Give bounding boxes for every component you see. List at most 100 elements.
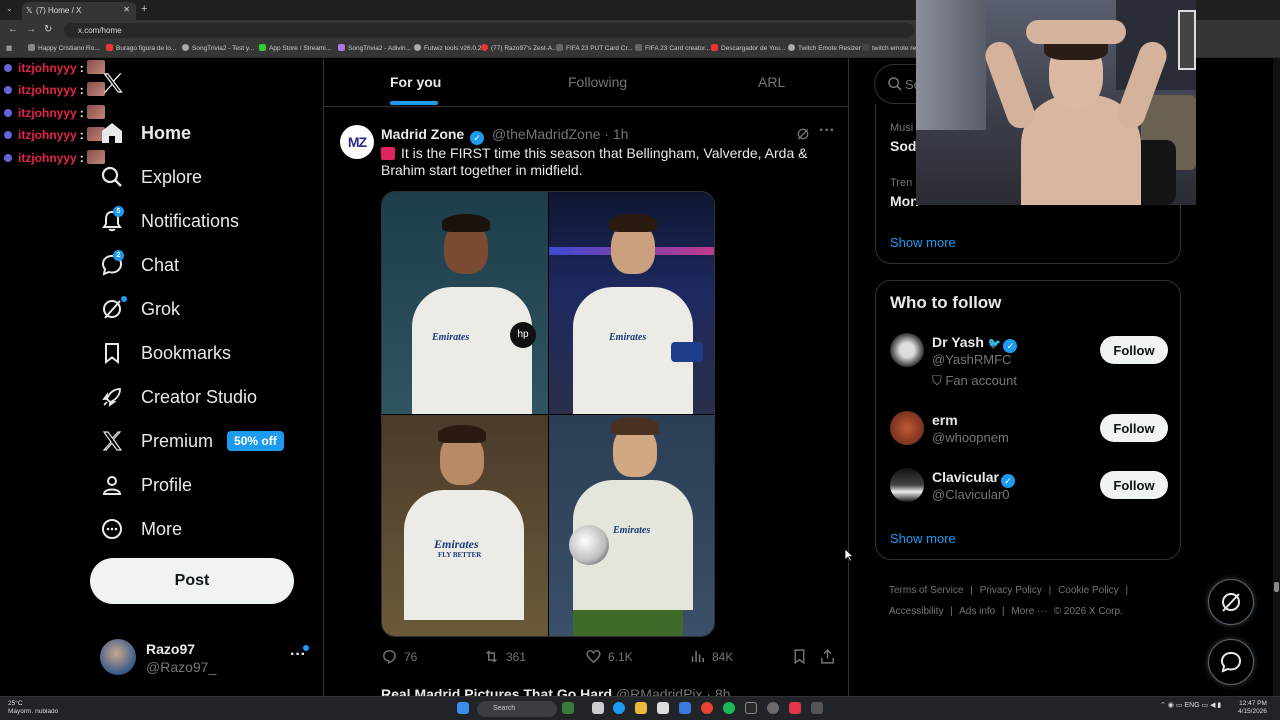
- edge-icon[interactable]: [613, 702, 625, 714]
- bookmark-item[interactable]: Twitch Emote Resizer: [788, 44, 861, 52]
- browser-tab[interactable]: 𝕏 (7) Home / X ✕: [22, 2, 136, 20]
- follow-button[interactable]: Follow: [1100, 414, 1168, 442]
- bookmark-item[interactable]: Descargador de You...: [711, 44, 785, 52]
- bookmark-item[interactable]: App Store / Streami...: [259, 44, 331, 52]
- nav-home[interactable]: Home: [100, 119, 191, 147]
- close-tab-icon[interactable]: ✕: [123, 5, 130, 14]
- tab-for-you[interactable]: For you: [390, 74, 441, 90]
- taskbar-search[interactable]: Search: [477, 701, 557, 717]
- system-tray[interactable]: ⌃ ◉ ▭ ENG ▭ ◀ ▮: [1160, 701, 1221, 709]
- app-icon[interactable]: [811, 702, 823, 714]
- follow-button[interactable]: Follow: [1100, 336, 1168, 364]
- bookmark-item[interactable]: FIFA 23 PUT Card Cr...: [556, 44, 633, 52]
- who-to-follow-show-more-link[interactable]: Show more: [890, 531, 956, 546]
- bookmark-button[interactable]: [791, 648, 814, 665]
- weather-widget[interactable]: 25°C Mayorm. nublado: [8, 700, 58, 716]
- messages-floating-button[interactable]: [1208, 639, 1254, 685]
- nav-explore[interactable]: Explore: [100, 163, 202, 191]
- privacy-link[interactable]: Privacy Policy: [980, 585, 1042, 596]
- spotify-icon[interactable]: [723, 702, 735, 714]
- stream-chat-line: itzjohnyyy:: [4, 60, 105, 75]
- account-switcher[interactable]: Razo97 @Razo97_ ···: [100, 638, 310, 678]
- nav-creator-studio[interactable]: Creator Studio: [100, 383, 257, 411]
- like-button[interactable]: 6.1K: [585, 648, 633, 665]
- tab-title: (7) Home / X: [36, 6, 82, 15]
- reload-icon[interactable]: ↻: [44, 24, 52, 35]
- scrollbar-thumb[interactable]: [1274, 582, 1279, 592]
- scrollbar[interactable]: [1273, 58, 1280, 696]
- tweet-more-icon[interactable]: ···: [819, 122, 835, 140]
- url-field[interactable]: x.com/home: [64, 23, 914, 38]
- trend-name[interactable]: Mon: [890, 193, 919, 209]
- bookmark-item[interactable]: FIFA 23 Card creator...: [635, 44, 710, 52]
- repost-button[interactable]: 361: [483, 648, 526, 665]
- grok-floating-button[interactable]: [1208, 579, 1254, 625]
- store-icon[interactable]: [657, 702, 669, 714]
- terms-link[interactable]: Terms of Service: [889, 585, 963, 596]
- bookmark-item[interactable]: (77) Razo97's Zest-A...: [481, 44, 558, 52]
- tab-search-icon[interactable]: ⌄: [6, 4, 13, 13]
- trend-name[interactable]: Sod: [890, 138, 916, 154]
- reply-button[interactable]: 76: [381, 648, 417, 665]
- nav-bookmarks[interactable]: Bookmarks: [100, 339, 231, 367]
- follow-suggestion[interactable]: erm @whoopnem Follow: [890, 411, 1168, 467]
- tweet-timestamp[interactable]: 1h: [613, 126, 629, 142]
- tweet-author-handle[interactable]: @theMadridZone: [492, 126, 600, 142]
- back-icon[interactable]: ←: [8, 24, 18, 35]
- nav-chat[interactable]: Chat: [100, 251, 179, 279]
- mail-icon[interactable]: [679, 702, 691, 714]
- nav-more[interactable]: More: [100, 515, 182, 543]
- nav-grok[interactable]: Grok: [100, 295, 180, 323]
- bookmark-item[interactable]: SongTrivia2 - Adivin...: [338, 44, 411, 52]
- more-link[interactable]: More ···: [1011, 606, 1047, 617]
- stream-chat-line: itzjohnyyy:: [4, 105, 105, 120]
- bookmark-item[interactable]: Futwiz tools v26.0.28: [414, 44, 485, 52]
- tweet-text: It is the FIRST time this season that Be…: [381, 145, 808, 178]
- grok-explain-icon[interactable]: [795, 126, 811, 147]
- tab-arl[interactable]: ARL: [758, 74, 785, 90]
- tweet-avatar[interactable]: MZ: [340, 125, 374, 159]
- x-logo-icon[interactable]: [100, 70, 126, 101]
- follow-button[interactable]: Follow: [1100, 471, 1168, 499]
- start-icon[interactable]: [457, 702, 469, 714]
- bookmark-item[interactable]: Happy Cristiano Ro...: [28, 44, 100, 52]
- timeline: For you Following ARL MZ Madrid Zone ✓ @…: [323, 58, 849, 702]
- tweet-photo[interactable]: Emirates FLY BETTER: [382, 415, 548, 636]
- follow-suggestion[interactable]: Clavicular ✓ @Clavicular0 Follow: [890, 468, 1168, 524]
- bookmark-item[interactable]: SongTrivia2 - Test y...: [182, 44, 254, 52]
- tweet-media-grid[interactable]: Emirates hp Emirates Emirates FLY BETTER: [381, 191, 715, 637]
- follow-suggestion[interactable]: Dr Yash 🐦 ✓ @YashRMFC ⛉ Fan account Follo…: [890, 333, 1168, 389]
- widget-icon[interactable]: [562, 702, 574, 714]
- tweet-photo[interactable]: Emirates hp: [382, 192, 548, 414]
- obs-icon[interactable]: [767, 702, 779, 714]
- bookmark-item[interactable]: Burago figura de lo...: [106, 44, 176, 52]
- ads-info-link[interactable]: Ads info: [959, 606, 995, 617]
- rocket-icon: [102, 388, 121, 407]
- music-icon[interactable]: [789, 702, 801, 714]
- cookie-link[interactable]: Cookie Policy: [1058, 585, 1119, 596]
- accessibility-link[interactable]: Accessibility: [889, 606, 943, 617]
- nav-premium[interactable]: Premium 50% off: [100, 427, 284, 455]
- bookmark-icon: [105, 343, 119, 364]
- share-button[interactable]: [819, 648, 842, 665]
- file-explorer-icon[interactable]: [635, 702, 647, 714]
- nav-more-label: More: [141, 518, 183, 539]
- views-button[interactable]: 84K: [689, 648, 733, 665]
- verified-badge-icon: ✓: [1003, 339, 1018, 353]
- tweet-author-name[interactable]: Madrid Zone: [381, 126, 464, 142]
- apps-icon[interactable]: ▦: [6, 44, 12, 52]
- tweet-photo[interactable]: Emirates: [549, 415, 714, 636]
- bookmark-item[interactable]: twitch emote re...: [862, 44, 922, 52]
- tweet-photo[interactable]: Emirates: [549, 192, 714, 414]
- forward-icon[interactable]: →: [26, 24, 36, 35]
- tab-following[interactable]: Following: [568, 74, 627, 90]
- app-icon[interactable]: [745, 702, 757, 714]
- chrome-icon[interactable]: [701, 702, 713, 714]
- post-button[interactable]: Post: [90, 558, 294, 604]
- new-tab-icon[interactable]: +: [141, 3, 147, 15]
- nav-profile[interactable]: Profile: [100, 471, 192, 499]
- trends-show-more-link[interactable]: Show more: [890, 235, 956, 250]
- search-icon: [888, 77, 902, 91]
- taskbar-clock[interactable]: 12:47 PM 4/15/2026: [1238, 700, 1267, 716]
- task-view-icon[interactable]: [592, 702, 604, 714]
